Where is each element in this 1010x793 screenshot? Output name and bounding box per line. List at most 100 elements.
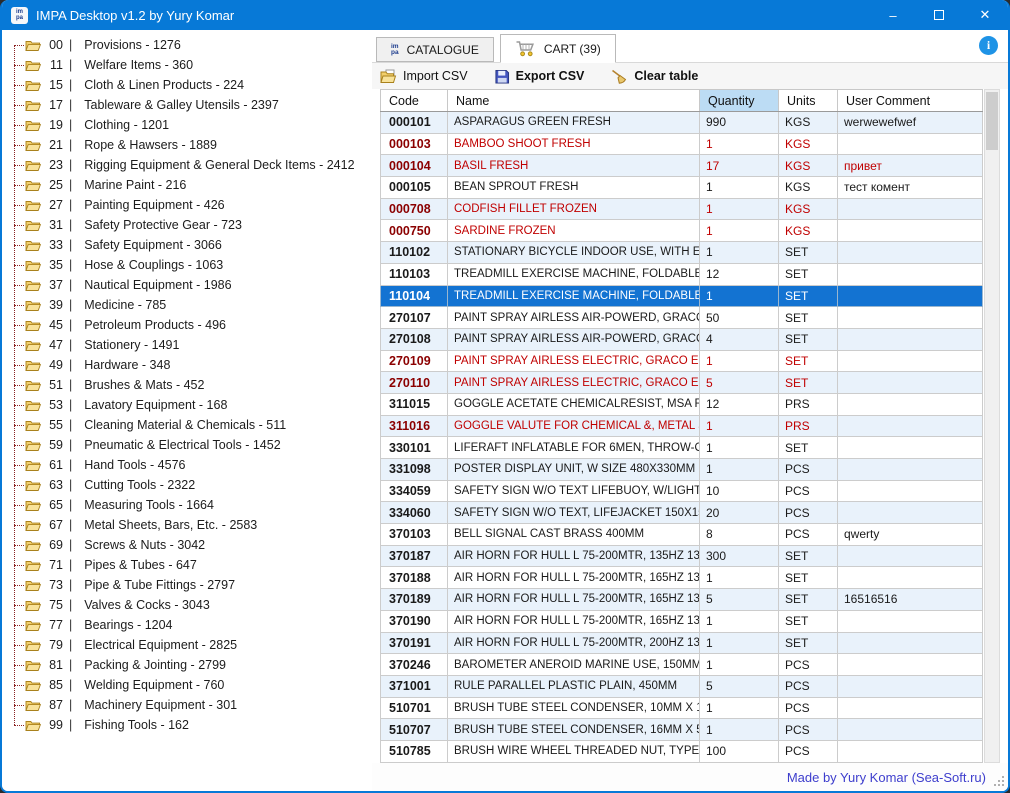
cell-name[interactable]: BASIL FRESH [448,155,700,177]
column-header-code[interactable]: Code [381,90,448,112]
cell-code[interactable]: 510707 [381,719,448,741]
cell-quantity[interactable]: 1 [700,198,779,220]
cell-user-comment[interactable] [838,697,983,719]
scrollbar-thumb[interactable] [986,92,998,150]
cell-code[interactable]: 331098 [381,459,448,481]
cell-code[interactable]: 000750 [381,220,448,242]
tree-item[interactable]: 17 | Tableware & Galley Utensils - 2397 [8,95,372,115]
tree-item[interactable]: 51 | Brushes & Mats - 452 [8,375,372,395]
table-row[interactable]: 000103 BAMBOO SHOOT FRESH 1 KGS [381,133,983,155]
tree-item[interactable]: 67 | Metal Sheets, Bars, Etc. - 2583 [8,515,372,535]
cell-name[interactable]: PAINT SPRAY AIRLESS AIR-POWERD, GRACO E.… [448,328,700,350]
cell-user-comment[interactable]: привет [838,155,983,177]
column-header-quantity[interactable]: Quantity [700,90,779,112]
table-row[interactable]: 330101 LIFERAFT INFLATABLE FOR 6MEN, THR… [381,437,983,459]
tree-item[interactable]: 25 | Marine Paint - 216 [8,175,372,195]
close-button[interactable]: ✕ [962,0,1008,30]
cell-name[interactable]: PAINT SPRAY AIRLESS AIR-POWERD, GRACO P.… [448,307,700,329]
tree-item[interactable]: 19 | Clothing - 1201 [8,115,372,135]
table-row[interactable]: 110102 STATIONARY BICYCLE INDOOR USE, WI… [381,242,983,264]
cell-user-comment[interactable] [838,285,983,307]
tree-item[interactable]: 23 | Rigging Equipment & General Deck It… [8,155,372,175]
tree-item[interactable]: 69 | Screws & Nuts - 3042 [8,535,372,555]
cell-quantity[interactable]: 1 [700,632,779,654]
export-csv-button[interactable]: Export CSV [494,69,585,84]
cell-units[interactable]: PCS [779,459,838,481]
cell-quantity[interactable]: 1 [700,177,779,199]
table-row[interactable]: 270110 PAINT SPRAY AIRLESS ELECTRIC, GRA… [381,372,983,394]
tree-item[interactable]: 59 | Pneumatic & Electrical Tools - 1452 [8,435,372,455]
cell-user-comment[interactable]: qwerty [838,524,983,546]
cell-code[interactable]: 110103 [381,263,448,285]
table-row[interactable]: 370188 AIR HORN FOR HULL L 75-200MTR, 16… [381,567,983,589]
cell-quantity[interactable]: 1 [700,285,779,307]
cell-code[interactable]: 371001 [381,675,448,697]
cell-units[interactable]: SET [779,372,838,394]
cell-user-comment[interactable] [838,372,983,394]
import-csv-button[interactable]: Import CSV [380,69,468,84]
cell-quantity[interactable]: 1 [700,567,779,589]
cell-name[interactable]: SAFETY SIGN W/O TEXT LIFEBUOY, W/LIGHT &… [448,480,700,502]
tree-item[interactable]: 53 | Lavatory Equipment - 168 [8,395,372,415]
tree-item[interactable]: 11 | Welfare Items - 360 [8,55,372,75]
cell-units[interactable]: SET [779,567,838,589]
cell-units[interactable]: PCS [779,502,838,524]
cell-user-comment[interactable] [838,328,983,350]
tree-item[interactable]: 73 | Pipe & Tube Fittings - 2797 [8,575,372,595]
cell-quantity[interactable]: 1 [700,697,779,719]
cell-user-comment[interactable] [838,567,983,589]
cell-units[interactable]: PCS [779,654,838,676]
tree-item[interactable]: 21 | Rope & Hawsers - 1889 [8,135,372,155]
cell-code[interactable]: 370187 [381,545,448,567]
cell-code[interactable]: 330101 [381,437,448,459]
tree-item[interactable]: 63 | Cutting Tools - 2322 [8,475,372,495]
cell-name[interactable]: AIR HORN FOR HULL L 75-200MTR, 165HZ 138… [448,589,700,611]
cell-quantity[interactable]: 1 [700,610,779,632]
cell-quantity[interactable]: 300 [700,545,779,567]
cell-name[interactable]: AIR HORN FOR HULL L 75-200MTR, 135HZ 138… [448,545,700,567]
column-header-name[interactable]: Name [448,90,700,112]
tab-catalogue[interactable]: impa CATALOGUE [376,37,494,62]
cell-user-comment[interactable] [838,350,983,372]
cell-units[interactable]: KGS [779,198,838,220]
table-row[interactable]: 510701 BRUSH TUBE STEEL CONDENSER, 10MM … [381,697,983,719]
tree-item[interactable]: 15 | Cloth & Linen Products - 224 [8,75,372,95]
cell-code[interactable]: 510785 [381,740,448,762]
cell-code[interactable]: 510701 [381,697,448,719]
cell-code[interactable]: 000105 [381,177,448,199]
cell-user-comment[interactable]: тест комент [838,177,983,199]
tree-item[interactable]: 00 | Provisions - 1276 [8,35,372,55]
table-row[interactable]: 110104 TREADMILL EXERCISE MACHINE, FOLDA… [381,285,983,307]
cell-quantity[interactable]: 1 [700,415,779,437]
tree-item[interactable]: 65 | Measuring Tools - 1664 [8,495,372,515]
minimize-button[interactable]: – [870,0,916,30]
cell-name[interactable]: AIR HORN FOR HULL L 75-200MTR, 165HZ 138… [448,610,700,632]
cell-units[interactable]: KGS [779,112,838,134]
cell-units[interactable]: SET [779,263,838,285]
cell-name[interactable]: STATIONARY BICYCLE INDOOR USE, WITH ERG.… [448,242,700,264]
cell-units[interactable]: SET [779,285,838,307]
table-row[interactable]: 331098 POSTER DISPLAY UNIT, W SIZE 480X3… [381,459,983,481]
cell-units[interactable]: SET [779,242,838,264]
cell-name[interactable]: BELL SIGNAL CAST BRASS 400MM [448,524,700,546]
cell-code[interactable]: 110102 [381,242,448,264]
cell-name[interactable]: GOGGLE ACETATE CHEMICALRESIST, MSA FLEX.… [448,393,700,415]
cell-name[interactable]: TREADMILL EXERCISE MACHINE, FOLDABLE A..… [448,263,700,285]
cell-user-comment[interactable] [838,502,983,524]
cell-name[interactable]: LIFERAFT INFLATABLE FOR 6MEN, THROW-OV..… [448,437,700,459]
cell-user-comment[interactable] [838,242,983,264]
tree-item[interactable]: 75 | Valves & Cocks - 3043 [8,595,372,615]
tree-item[interactable]: 71 | Pipes & Tubes - 647 [8,555,372,575]
cell-units[interactable]: PCS [779,675,838,697]
cell-name[interactable]: PAINT SPRAY AIRLESS ELECTRIC, GRACO E-EX… [448,372,700,394]
cell-user-comment[interactable] [838,480,983,502]
cell-units[interactable]: KGS [779,155,838,177]
cell-user-comment[interactable] [838,393,983,415]
cell-quantity[interactable]: 12 [700,393,779,415]
table-row[interactable]: 370103 BELL SIGNAL CAST BRASS 400MM 8 PC… [381,524,983,546]
cell-user-comment[interactable] [838,675,983,697]
cell-name[interactable]: CODFISH FILLET FROZEN [448,198,700,220]
cell-user-comment[interactable] [838,133,983,155]
cell-quantity[interactable]: 12 [700,263,779,285]
cell-quantity[interactable]: 1 [700,220,779,242]
